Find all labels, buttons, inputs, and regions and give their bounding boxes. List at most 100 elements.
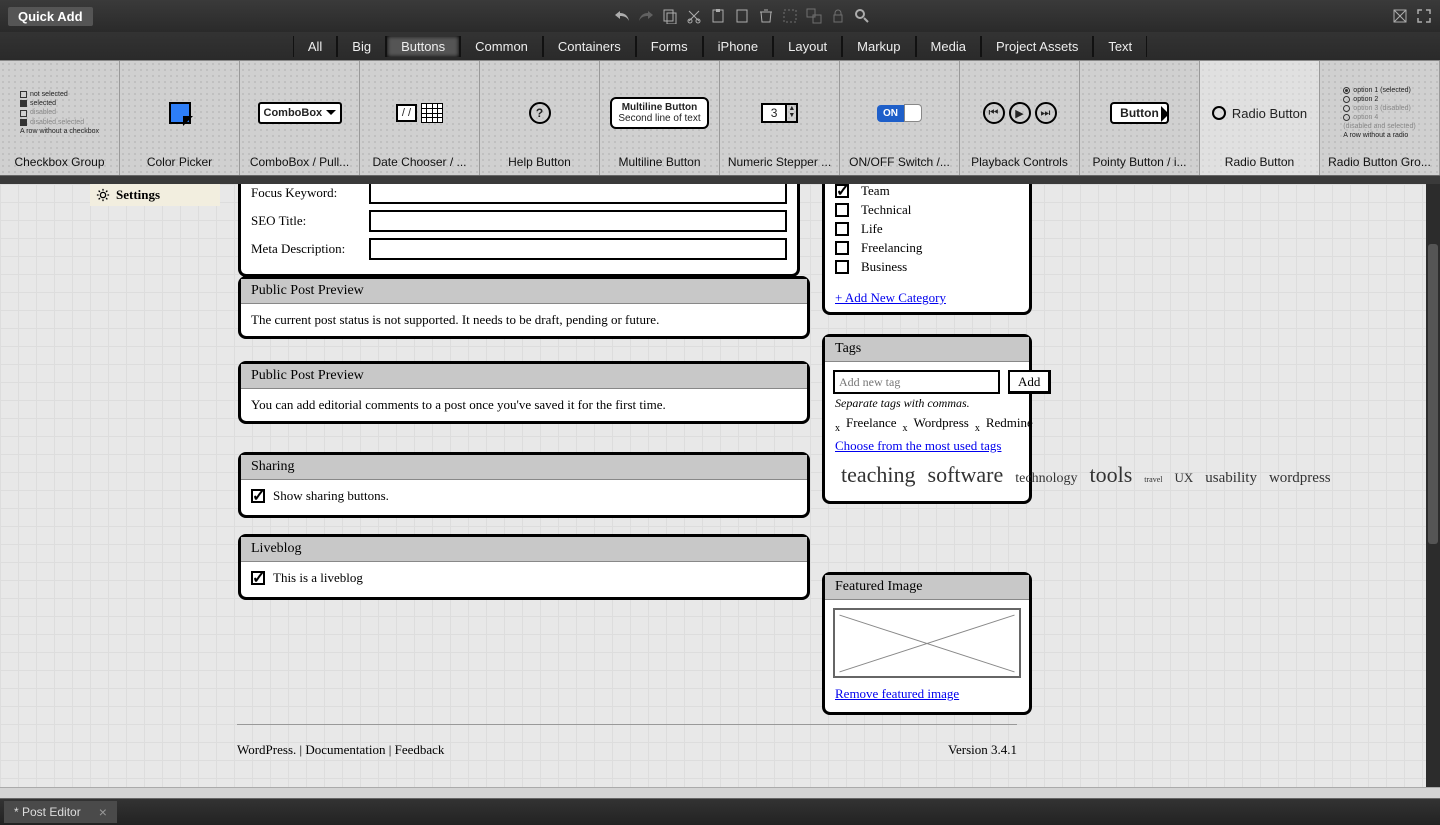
tag-cloud-item[interactable]: tools [1090, 462, 1133, 487]
tag-cloud: teachingsoftwaretechnologytoolstravelUXu… [825, 454, 1029, 501]
tag-cloud-item[interactable]: wordpress [1269, 470, 1331, 486]
seo-title-label: SEO Title: [251, 213, 359, 229]
seo-title-input[interactable] [369, 210, 787, 232]
tag-cloud-item[interactable]: UX [1175, 470, 1194, 485]
lock-icon[interactable] [830, 8, 846, 24]
featured-image-panel: Featured Image Remove featured image [822, 572, 1032, 715]
public-post-preview-panel-2: Public Post Preview You can add editoria… [238, 361, 810, 424]
panel-title: Public Post Preview [241, 364, 807, 389]
widget-help-button[interactable]: ? Help Button [480, 61, 600, 175]
clipboard-icon[interactable] [734, 8, 750, 24]
document-tab-bar: * Post Editor × [0, 799, 1440, 825]
filter-tab-forms[interactable]: Forms [636, 36, 703, 57]
choose-tags-link[interactable]: Choose from the most used tags [825, 438, 1029, 454]
ribbon-scrollbar[interactable] [0, 176, 1440, 184]
sharing-checkbox[interactable]: Show sharing buttons. [251, 488, 389, 504]
existing-tags: xFreelancexWordpressxRedmine [825, 411, 1029, 438]
paste-icon[interactable] [710, 8, 726, 24]
tags-hint: Separate tags with commas. [825, 396, 1029, 411]
quick-add-button[interactable]: Quick Add [8, 7, 93, 26]
widget-checkbox-group[interactable]: not selected selected disabled disabled … [0, 61, 120, 175]
liveblog-checkbox[interactable]: This is a liveblog [251, 570, 363, 586]
document-tab[interactable]: * Post Editor × [4, 801, 117, 823]
gear-icon [96, 188, 110, 202]
filter-tab-markup[interactable]: Markup [842, 36, 915, 57]
image-placeholder[interactable] [833, 608, 1021, 678]
footer-left: WordPress. | Documentation | Feedback [237, 742, 444, 758]
panel-title: Liveblog [241, 537, 807, 562]
tag-input[interactable] [833, 370, 1000, 394]
widget-multiline-button[interactable]: Multiline ButtonSecond line of text Mult… [600, 61, 720, 175]
horizontal-scrollbar[interactable] [0, 787, 1440, 799]
category-item[interactable]: Team [835, 184, 1019, 199]
tag-cloud-item[interactable]: usability [1205, 470, 1257, 486]
filter-tab-iphone[interactable]: iPhone [703, 36, 773, 57]
widget-ribbon: not selected selected disabled disabled … [0, 60, 1440, 176]
category-item[interactable]: Technical [835, 202, 1019, 218]
widget-radio-button[interactable]: Radio Button Radio Button [1200, 61, 1320, 175]
cut-icon[interactable] [686, 8, 702, 24]
sharing-panel: Sharing Show sharing buttons. [238, 452, 810, 518]
widget-numeric-stepper[interactable]: 3▲▼ Numeric Stepper ... [720, 61, 840, 175]
tag-cloud-item[interactable]: software [928, 462, 1004, 487]
panel-title: Tags [825, 337, 1029, 362]
category-item[interactable]: Life [835, 221, 1019, 237]
remove-featured-link[interactable]: Remove featured image [825, 686, 1029, 712]
widget-radio-button-group[interactable]: option 1 (selected) option 2 option 3 (d… [1320, 61, 1440, 175]
library-filter-tabs: All Big Buttons Common Containers Forms … [0, 32, 1440, 60]
tag-cloud-item[interactable]: travel [1144, 475, 1162, 484]
trash-icon[interactable] [758, 8, 774, 24]
filter-tab-media[interactable]: Media [916, 36, 981, 57]
filter-tab-layout[interactable]: Layout [773, 36, 842, 57]
tag-chip[interactable]: xWordpress [903, 415, 969, 430]
seo-panel: Focus Keyword: SEO Title: Meta Descripti… [238, 184, 800, 277]
add-category-link[interactable]: + Add New Category [825, 284, 1029, 312]
redo-icon[interactable] [638, 8, 654, 24]
add-tag-button[interactable]: Add [1008, 370, 1051, 394]
fullscreen-icon[interactable] [1416, 8, 1432, 24]
filter-tab-text[interactable]: Text [1093, 36, 1147, 57]
canvas[interactable]: Settings Focus Keyword: SEO Title: Meta … [0, 184, 1440, 787]
filter-tab-containers[interactable]: Containers [543, 36, 636, 57]
app-toolbar: Quick Add [0, 0, 1440, 32]
liveblog-panel: Liveblog This is a liveblog [238, 534, 810, 600]
toggle-markup-icon[interactable] [1392, 8, 1408, 24]
panel-text: You can add editorial comments to a post… [241, 389, 807, 421]
category-item[interactable]: Freelancing [835, 240, 1019, 256]
widget-date-chooser[interactable]: / / Date Chooser / ... [360, 61, 480, 175]
widget-color-picker[interactable]: Color Picker [120, 61, 240, 175]
filter-tab-project-assets[interactable]: Project Assets [981, 36, 1093, 57]
widget-combobox[interactable]: ComboBox ComboBox / Pull... [240, 61, 360, 175]
widget-pointy-button[interactable]: Button Pointy Button / i... [1080, 61, 1200, 175]
tag-cloud-item[interactable]: teaching [841, 462, 916, 487]
filter-tab-common[interactable]: Common [460, 36, 543, 57]
widget-onoff-switch[interactable]: ON ON/OFF Switch /... [840, 61, 960, 175]
categories-panel: Team Technical Life Freelancing Business + A… [822, 184, 1032, 315]
toolbar-actions [93, 8, 1392, 24]
tag-cloud-item[interactable]: technology [1015, 471, 1077, 486]
tags-panel: Tags Add Separate tags with commas. xFre… [822, 334, 1032, 504]
tag-chip[interactable]: xRedmine [975, 415, 1033, 430]
public-post-preview-panel-1: Public Post Preview The current post sta… [238, 276, 810, 339]
copy-icon[interactable] [662, 8, 678, 24]
focus-keyword-label: Focus Keyword: [251, 185, 359, 201]
vertical-scrollbar[interactable] [1426, 184, 1440, 787]
undo-icon[interactable] [614, 8, 630, 24]
close-icon[interactable]: × [99, 804, 107, 820]
panel-title: Public Post Preview [241, 279, 807, 304]
focus-keyword-input[interactable] [369, 184, 787, 204]
filter-tab-all[interactable]: All [293, 36, 337, 57]
group-icon[interactable] [782, 8, 798, 24]
category-item[interactable]: Business [835, 259, 1019, 275]
meta-description-label: Meta Description: [251, 241, 359, 257]
sidebar-item-settings[interactable]: Settings [90, 184, 220, 206]
ungroup-icon[interactable] [806, 8, 822, 24]
tag-chip[interactable]: xFreelance [835, 415, 897, 430]
meta-description-input[interactable] [369, 238, 787, 260]
search-icon[interactable] [854, 8, 870, 24]
panel-text: The current post status is not supported… [241, 304, 807, 336]
widget-playback-controls[interactable]: ⏮▶⏭ Playback Controls [960, 61, 1080, 175]
mockup-footer: WordPress. | Documentation | Feedback Ve… [237, 742, 1017, 758]
filter-tab-buttons[interactable]: Buttons [386, 36, 460, 57]
filter-tab-big[interactable]: Big [337, 36, 386, 57]
